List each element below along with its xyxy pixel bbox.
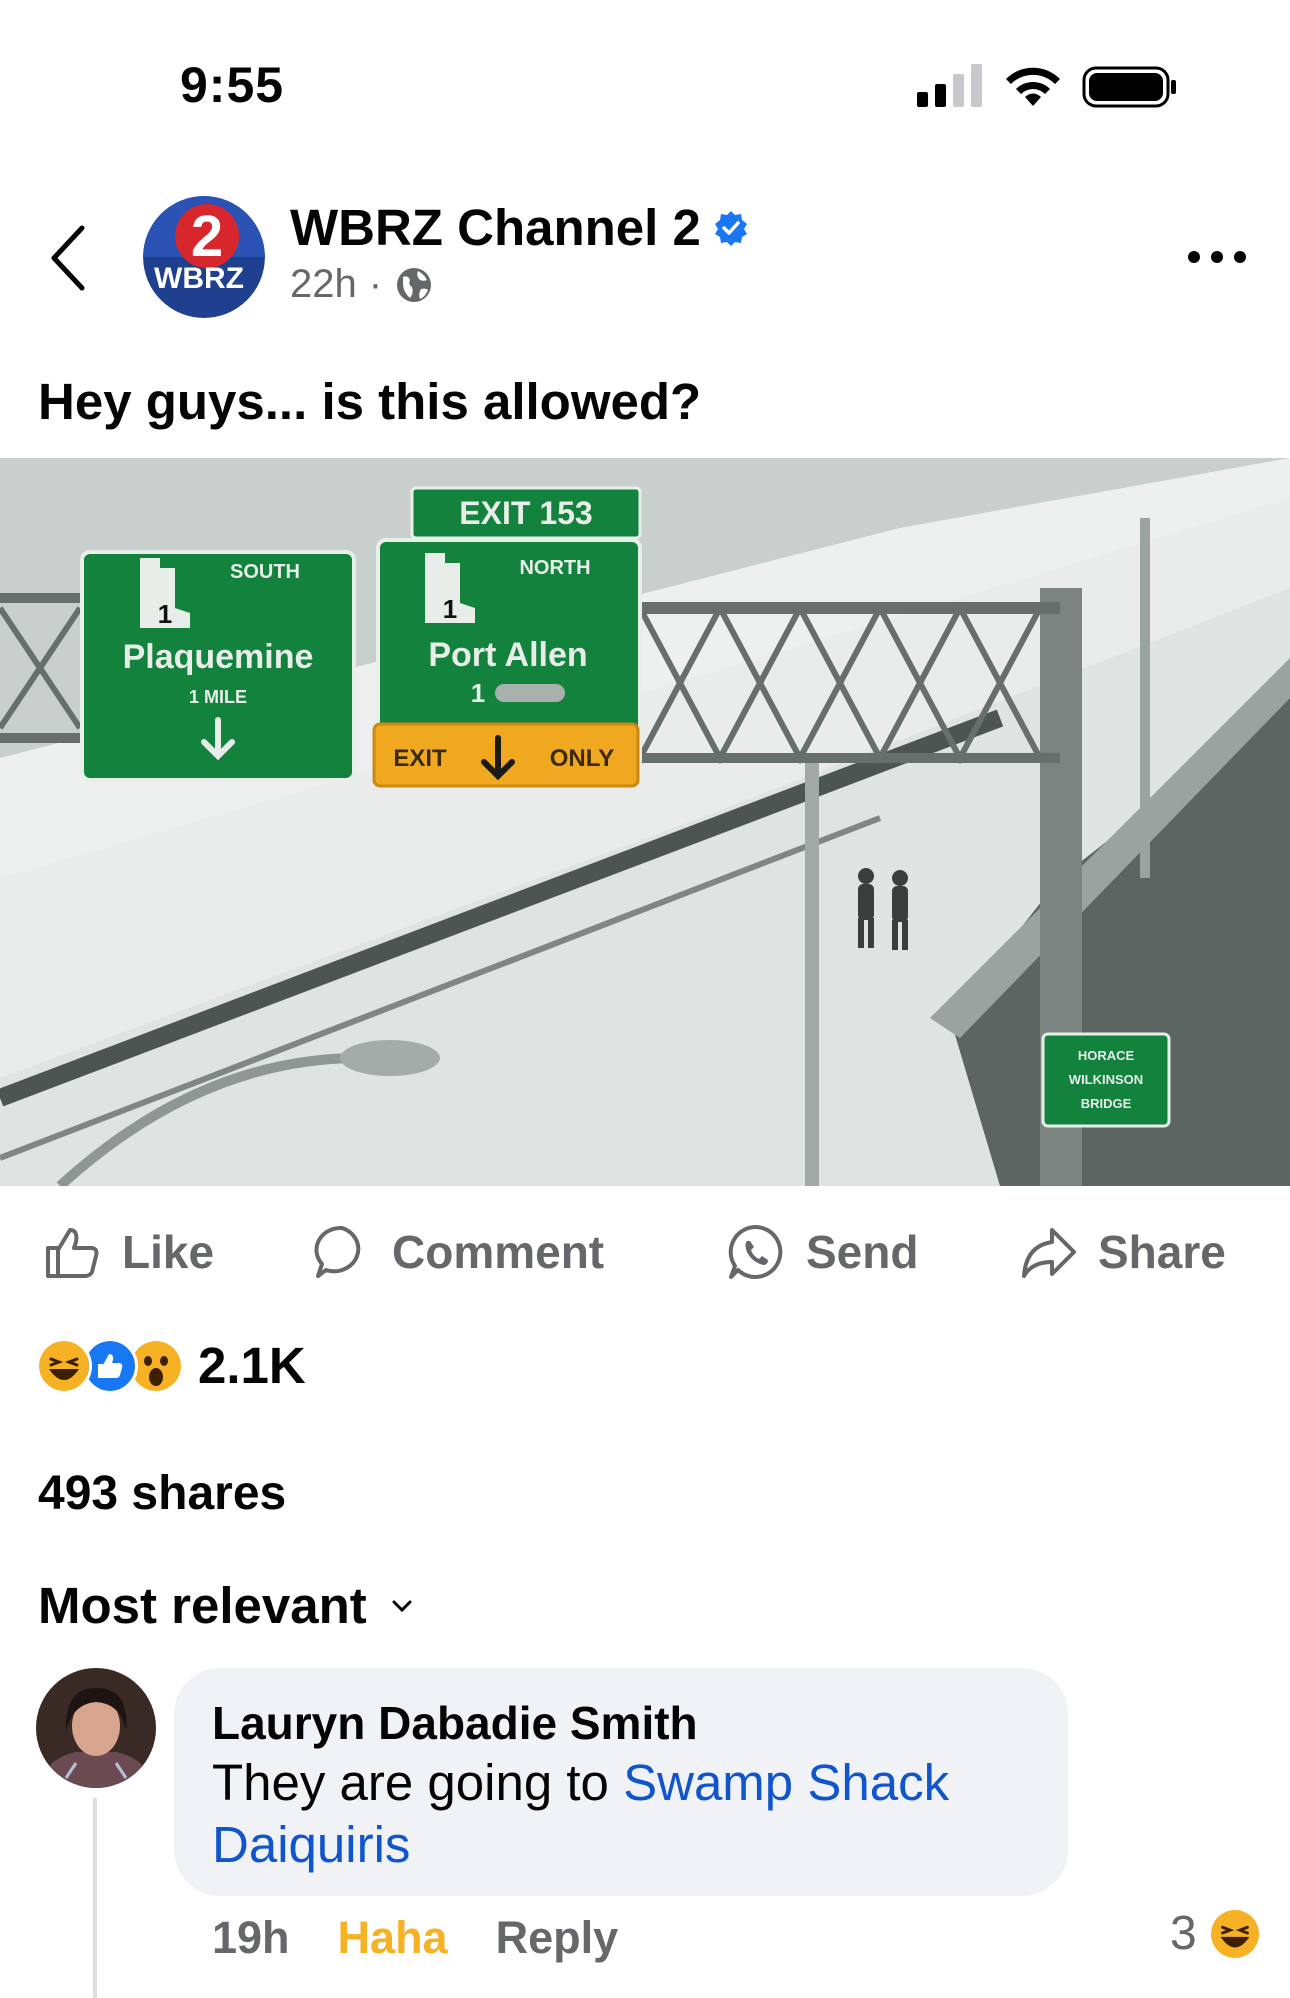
globe-icon: [397, 267, 432, 302]
logo-brand: WBRZ: [154, 262, 244, 295]
battery-icon: [1082, 66, 1176, 108]
verified-badge-icon: [714, 210, 747, 246]
thumbs-up-icon: [46, 1228, 99, 1278]
post-caption: Hey guys... is this allowed?: [38, 373, 702, 430]
comment-sort-dropdown[interactable]: Most relevant: [38, 1576, 413, 1635]
page-name[interactable]: WBRZ Channel 2: [290, 198, 749, 257]
haha-emoji-icon: [1210, 1909, 1259, 1958]
comment-text-prefix: They are going to: [212, 1754, 624, 1811]
chevron-down-icon: [392, 1600, 412, 1612]
south-distance: 1 MILE: [189, 687, 247, 707]
comment-bubble-icon: [314, 1225, 361, 1278]
bridge-sign-line-3: BRIDGE: [1081, 1096, 1132, 1111]
comment-actions: 19h Haha Reply: [212, 1912, 618, 1964]
send-button[interactable]: Send: [726, 1208, 918, 1296]
comment-reply-button[interactable]: Reply: [496, 1912, 619, 1964]
exit-only-right: ONLY: [550, 745, 614, 772]
south-route-number: 1: [158, 599, 172, 629]
comment-thread-line: [93, 1798, 97, 1998]
exit-only-left: EXIT: [393, 745, 447, 772]
reactions-summary[interactable]: 2.1K: [36, 1336, 306, 1395]
exit-number: EXIT 153: [459, 495, 592, 531]
cellular-signal-icon: [917, 64, 982, 107]
bridge-sign-line-2: WILKINSON: [1069, 1072, 1143, 1087]
north-city: Port Allen: [428, 636, 587, 674]
wifi-icon: [1006, 67, 1060, 106]
north-label: NORTH: [519, 557, 590, 579]
share-count[interactable]: 493 shares: [38, 1466, 286, 1521]
sort-label: Most relevant: [38, 1577, 367, 1634]
comment-label: Comment: [392, 1226, 605, 1278]
post-photo[interactable]: 1 SOUTH Plaquemine 1 MILE EXIT 153 1 NOR…: [0, 458, 1290, 1186]
north-route-below: 1: [471, 678, 485, 708]
share-arrow-icon: [1022, 1228, 1076, 1278]
post-meta: 22h ·: [290, 262, 434, 307]
share-label: Share: [1098, 1226, 1226, 1278]
logo-number: 2: [191, 204, 223, 269]
page-avatar-logo[interactable]: 2 WBRZ: [143, 196, 265, 318]
comment-text: They are going to Swamp Shack Daiquiris: [212, 1752, 1052, 1876]
like-button[interactable]: Like: [42, 1208, 214, 1296]
back-chevron-icon[interactable]: [44, 222, 94, 294]
comment-author[interactable]: Lauryn Dabadie Smith: [212, 1696, 698, 1750]
like-label: Like: [122, 1226, 215, 1278]
south-label: SOUTH: [230, 561, 300, 583]
comment-haha-button[interactable]: Haha: [338, 1912, 448, 1964]
comment-time: 19h: [212, 1912, 290, 1963]
status-time: 9:55: [180, 57, 285, 113]
send-label: Send: [806, 1226, 919, 1278]
more-options-icon[interactable]: [1186, 240, 1248, 274]
comment-reaction-summary[interactable]: 3: [1170, 1906, 1259, 1961]
page-name-text[interactable]: WBRZ Channel 2: [290, 198, 701, 257]
comment-reaction-count: 3: [1170, 1907, 1197, 1960]
meta-separator: ·: [368, 262, 383, 306]
haha-emoji-icon: [36, 1337, 92, 1394]
whatsapp-icon: [728, 1224, 783, 1279]
post-time[interactable]: 22h: [290, 262, 357, 307]
post-action-bar: Like Comment Send Share: [0, 1208, 1290, 1296]
share-button[interactable]: Share: [1018, 1208, 1226, 1296]
north-route-number: 1: [443, 594, 457, 624]
south-city: Plaquemine: [123, 638, 314, 676]
comment-button[interactable]: Comment: [312, 1208, 604, 1296]
bridge-sign-line-1: HORACE: [1078, 1048, 1135, 1063]
commenter-avatar[interactable]: [36, 1668, 156, 1788]
reaction-count: 2.1K: [198, 1337, 306, 1394]
